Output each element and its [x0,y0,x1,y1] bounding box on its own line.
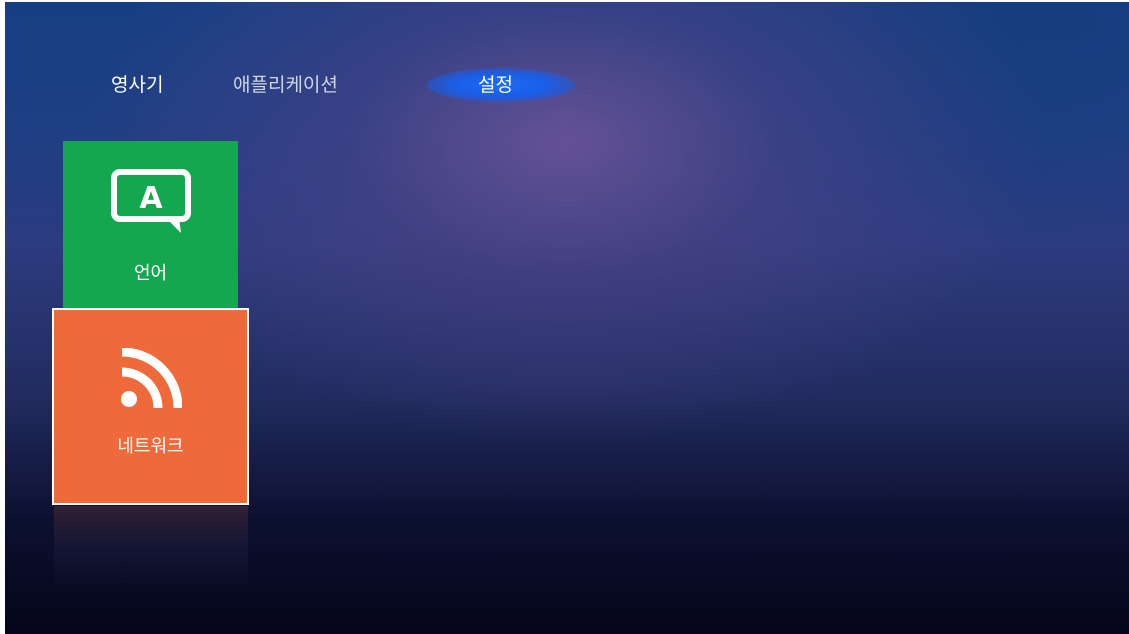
network-tile[interactable]: 네트워크 [52,308,249,505]
language-speech-bubble-icon: A [109,167,193,239]
language-tile-label: 언어 [133,263,168,284]
network-tile-label: 네트워크 [117,436,184,457]
language-tile[interactable]: A 언어 [63,141,238,311]
language-icon-glyph: A [139,181,163,216]
projector-home-screen: 영사기 애플리케이션 설정 A 언어 네트워크 [5,2,1129,634]
tile-reflection [54,506,248,596]
tab-applications[interactable]: 애플리케이션 [233,70,338,100]
tab-projector[interactable]: 영사기 [111,70,163,100]
tab-settings[interactable]: 설정 [478,70,513,100]
rss-network-icon [120,347,182,414]
top-navigation: 영사기 애플리케이션 설정 [5,2,1129,132]
